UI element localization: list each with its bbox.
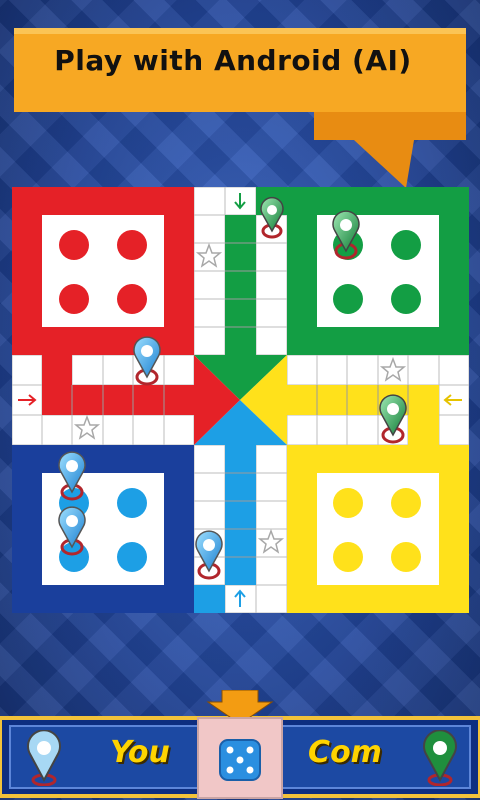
star-icon [195,242,223,268]
pawn-icon[interactable] [379,394,407,444]
arrow-right-icon [18,394,37,406]
arrow-up-icon [234,589,246,607]
ludo-board[interactable] [12,187,469,613]
banner-title: Play with Android (AI) [54,43,412,77]
star-icon [379,356,407,382]
pawn-icon[interactable] [133,336,161,386]
player-pawn-icon [27,730,61,786]
star-icon [257,528,285,554]
pawn-icon[interactable] [332,210,360,260]
opponent-label: Com [308,734,382,770]
player-label: You [110,734,170,770]
pawn-icon[interactable] [195,530,223,580]
dice-icon [219,739,261,781]
star-icon [73,414,101,440]
dice-button[interactable] [196,716,284,800]
pawn-icon[interactable] [58,451,86,501]
arrow-left-icon [443,394,462,406]
pawn-icon[interactable] [58,506,86,556]
opponent-pawn-icon [423,730,457,786]
arrow-down-icon [234,193,246,210]
pawn-icon[interactable] [260,196,284,239]
